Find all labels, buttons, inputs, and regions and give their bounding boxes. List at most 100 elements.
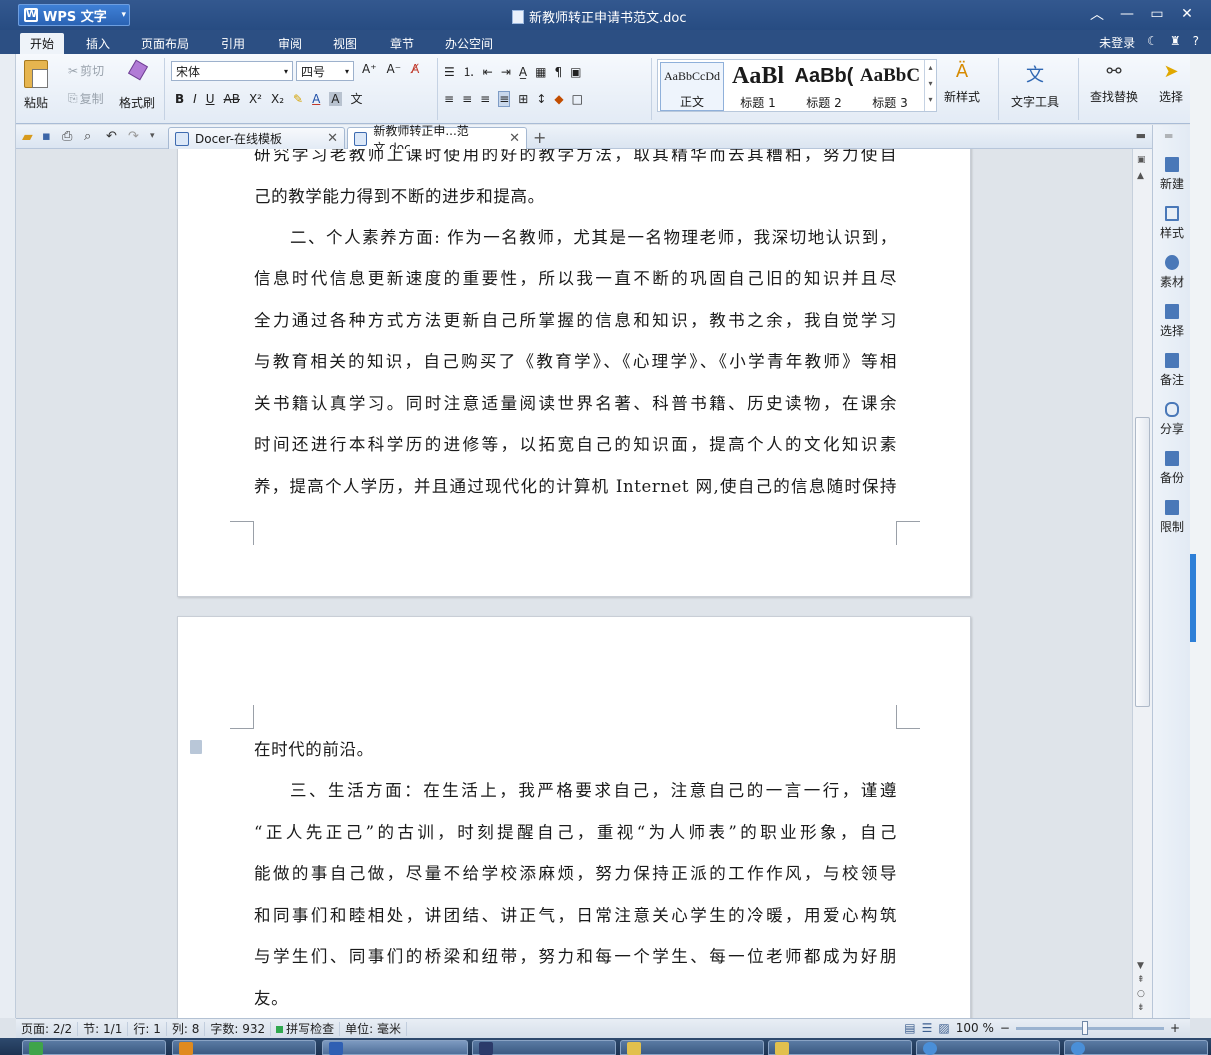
select-button[interactable]: ➤ 选择: [1158, 61, 1184, 105]
document-page-1[interactable]: 研究学习老教师上课时使用的好的教学方法，取其精华而去其糟粕，努力使自 己的教学能…: [177, 149, 971, 597]
tab-page-layout[interactable]: 页面布局: [131, 33, 199, 54]
undo-icon[interactable]: ↶: [106, 129, 122, 145]
status-page[interactable]: 页面: 2/2: [16, 1021, 79, 1036]
task-new[interactable]: 新建: [1153, 157, 1191, 192]
text-line[interactable]: “正人先正己”的古训，时刻提醒自己，重视“为人师表”的职业形象，自己: [254, 821, 897, 845]
redo-icon[interactable]: ↷: [128, 129, 144, 145]
phonetic-icon[interactable]: 文: [351, 90, 363, 107]
text-line[interactable]: 能做的事自己做，尽量不给学校添麻烦，努力保持正派的工作作风，与校领导: [254, 862, 897, 886]
justify-icon[interactable]: ≡: [498, 91, 511, 107]
text-line[interactable]: 己的教学能力得到不断的进步和提高。: [254, 185, 897, 209]
text-line[interactable]: 信息时代信息更新速度的重要性，所以我一直不断的巩固自己旧的知识并且尽: [254, 267, 897, 291]
zoom-out-icon[interactable]: −: [1000, 1021, 1010, 1035]
text-line[interactable]: 时间还进行本科学历的进修等，以拓宽自己的知识面，提高个人的文化知识素: [254, 433, 897, 457]
task-notes[interactable]: 备注: [1153, 353, 1191, 388]
browse-object-icon[interactable]: ○: [1137, 989, 1145, 999]
font-color-icon[interactable]: A: [312, 92, 320, 106]
text-direction-icon[interactable]: A̲: [519, 65, 527, 79]
align-right-icon[interactable]: ≡: [480, 92, 490, 106]
print-icon[interactable]: ⎙: [62, 129, 78, 145]
task-styles[interactable]: 样式: [1153, 206, 1191, 241]
task-materials[interactable]: 素材: [1153, 255, 1191, 290]
scroll-down-icon[interactable]: ▼: [1137, 961, 1144, 971]
underline-icon[interactable]: U: [206, 92, 215, 106]
shading-icon[interactable]: ◆: [554, 92, 563, 106]
split-view-icon[interactable]: ▣: [1137, 155, 1146, 165]
text-line-with-cursor[interactable]: 在时代的前沿。: [190, 738, 897, 762]
zoom-in-icon[interactable]: +: [1170, 1021, 1180, 1035]
taskbar-button[interactable]: [472, 1040, 616, 1055]
taskbar-button[interactable]: [620, 1040, 764, 1055]
zoom-slider-knob[interactable]: [1081, 1020, 1088, 1035]
tab-view[interactable]: 视图: [323, 33, 367, 54]
shirt-icon[interactable]: ♜: [1170, 34, 1181, 51]
copy-button[interactable]: ⎘ 复制: [68, 90, 104, 107]
taskbar-button[interactable]: [1064, 1040, 1208, 1055]
login-link[interactable]: 未登录: [1099, 34, 1135, 51]
text-line[interactable]: 和同事们和睦相处，讲团结、讲正气，日常注意关心学生的冷暖，用爱心构筑: [254, 904, 897, 928]
text-line[interactable]: 友。: [254, 987, 897, 1011]
tab-review[interactable]: 审阅: [268, 33, 312, 54]
font-name-select[interactable]: 宋体 ▾: [171, 61, 293, 81]
text-line[interactable]: 与学生们、同事们的桥梁和纽带，努力和每一个学生、每一位老师都成为好朋: [254, 945, 897, 969]
close-tab-icon[interactable]: ✕: [327, 131, 338, 146]
status-word-count[interactable]: 字数: 932: [205, 1021, 272, 1036]
style-gallery-scroll[interactable]: ▴ ▾ ▾: [924, 60, 936, 111]
help-button[interactable]: ?: [1193, 34, 1199, 51]
text-line[interactable]: 与教育相关的知识，自己购买了《教育学》、《心理学》、《小学青年教师》等相: [254, 350, 897, 374]
char-shading-icon[interactable]: A: [329, 91, 342, 106]
borders-icon[interactable]: □: [572, 92, 583, 106]
italic-icon[interactable]: I: [193, 92, 197, 106]
style-heading-1[interactable]: AaBl 标题 1: [726, 62, 790, 111]
line-spacing-icon[interactable]: ↕: [536, 92, 546, 106]
outline-view-icon[interactable]: ☰: [922, 1021, 933, 1035]
task-restrict[interactable]: 限制: [1153, 500, 1191, 535]
task-backup[interactable]: 备份: [1153, 451, 1191, 486]
text-line[interactable]: 养，提高个人学历，并且通过现代化的计算机 Internet 网,使自己的信息随时…: [254, 475, 897, 499]
save-icon[interactable]: ▪: [42, 129, 58, 145]
style-heading-2[interactable]: AaBb( 标题 2: [792, 62, 856, 111]
text-line[interactable]: 研究学习老教师上课时使用的好的教学方法，取其精华而去其糟粕，努力使自: [254, 149, 897, 167]
skin-icon[interactable]: ☾: [1147, 34, 1158, 51]
taskbar-button-active[interactable]: [322, 1040, 468, 1055]
page-view-icon[interactable]: ▤: [904, 1021, 915, 1035]
tab-docer-templates[interactable]: Docer-在线模板 ✕: [168, 127, 345, 149]
tab-office-space[interactable]: 办公空间: [435, 33, 503, 54]
next-page-icon[interactable]: ⇟: [1137, 1003, 1145, 1013]
open-folder-icon[interactable]: ▰: [22, 129, 38, 145]
font-size-select[interactable]: 四号 ▾: [296, 61, 354, 81]
vertical-scrollbar[interactable]: ▣ ▲ ▼ ⇞ ○ ⇟: [1132, 149, 1152, 1018]
taskbar-button[interactable]: [916, 1040, 1060, 1055]
taskbar-button[interactable]: [768, 1040, 912, 1055]
tab-insert[interactable]: 插入: [76, 33, 120, 54]
format-painter-button[interactable]: 格式刷: [119, 60, 155, 111]
side-panel-toggle[interactable]: [1190, 554, 1196, 642]
text-line[interactable]: 关书籍认真学习。同时注意适量阅读世界名著、科普书籍、历史读物，在课余: [254, 392, 897, 416]
style-heading-3[interactable]: AaBbC 标题 3: [858, 62, 922, 111]
maximize-button[interactable]: ▭: [1145, 3, 1169, 25]
highlight-icon[interactable]: ✎: [293, 92, 303, 106]
superscript-icon[interactable]: X²: [249, 92, 262, 106]
table-icon[interactable]: ▦: [535, 65, 546, 79]
new-tab-icon[interactable]: +: [533, 128, 546, 147]
document-page-2[interactable]: 在时代的前沿。 三、生活方面：在生活上，我严格要求自己，注意自己的一言一行，谨遵…: [177, 616, 971, 1018]
tab-list-icon[interactable]: ▬: [1136, 129, 1146, 142]
find-replace-button[interactable]: ⚯ 查找替换: [1090, 61, 1138, 105]
zoom-slider[interactable]: [1015, 1020, 1164, 1035]
print-preview-icon[interactable]: ⌕: [84, 129, 100, 145]
scrollbar-thumb[interactable]: [1135, 417, 1150, 707]
taskbar-button[interactable]: [172, 1040, 316, 1055]
paragraph-options-icon[interactable]: [190, 740, 202, 754]
shrink-font-icon[interactable]: A⁻: [387, 62, 402, 76]
numbered-list-icon[interactable]: ⒈: [463, 63, 475, 80]
style-normal[interactable]: AaBbCcDd 正文: [660, 62, 724, 111]
paste-button[interactable]: 粘贴: [24, 60, 48, 111]
taskbar-button[interactable]: [22, 1040, 166, 1055]
wps-app-menu-button[interactable]: W WPS 文字 ▾: [18, 4, 130, 26]
strikethrough-icon[interactable]: AB: [224, 92, 240, 106]
cut-button[interactable]: ✂ 剪切: [68, 62, 104, 79]
tab-chapter[interactable]: 章节: [380, 33, 424, 54]
text-line[interactable]: 三、生活方面：在生活上，我严格要求自己，注意自己的一言一行，谨遵: [290, 779, 897, 803]
status-spell-check[interactable]: 拼写检查: [271, 1021, 341, 1036]
previous-page-icon[interactable]: ⇞: [1137, 975, 1145, 985]
